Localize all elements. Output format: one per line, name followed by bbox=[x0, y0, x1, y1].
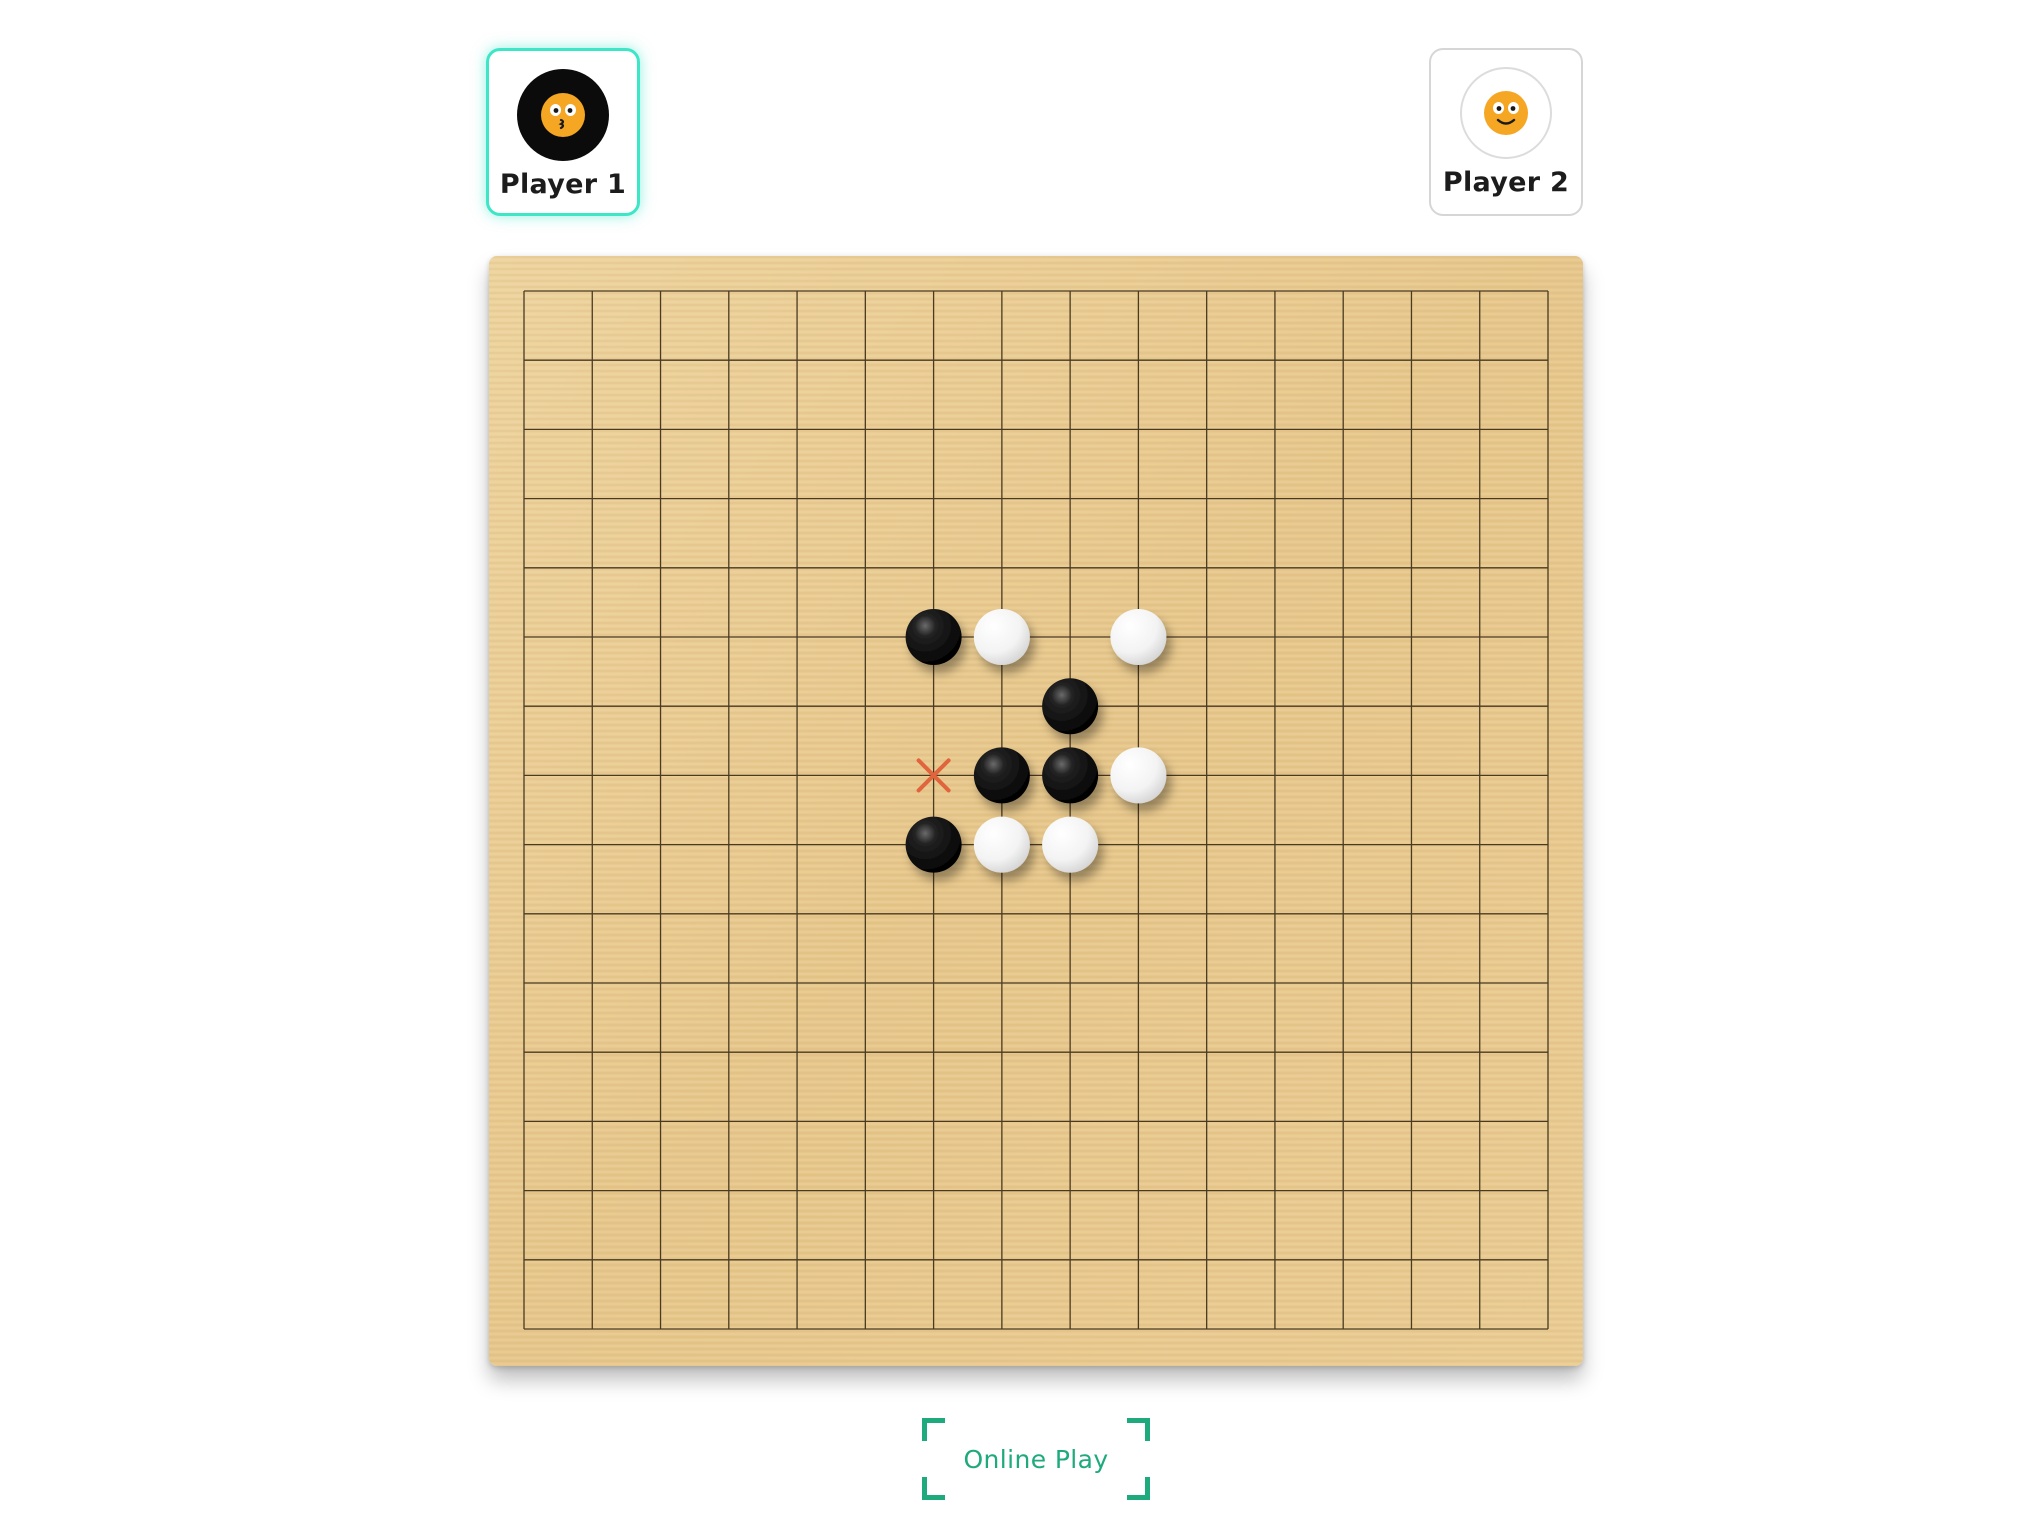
white-stone bbox=[973, 609, 1030, 665]
player-2-card: Player 2 bbox=[1429, 48, 1583, 216]
player-1-name: Player 1 bbox=[499, 169, 627, 200]
bracket-corner bbox=[1127, 1418, 1150, 1441]
online-play-label: Online Play bbox=[963, 1444, 1109, 1474]
white-stone bbox=[1110, 609, 1167, 665]
player-1-avatar bbox=[517, 69, 609, 161]
game-board[interactable] bbox=[489, 256, 1583, 1366]
board-canvas[interactable] bbox=[489, 256, 1583, 1366]
black-stone bbox=[1042, 678, 1099, 735]
black-stone bbox=[1042, 747, 1099, 804]
bracket-corner bbox=[1127, 1477, 1150, 1500]
black-stone bbox=[905, 609, 962, 665]
player-1-card: Player 1 bbox=[486, 48, 640, 216]
bracket-corner bbox=[922, 1477, 945, 1500]
smiling-face-icon bbox=[1484, 91, 1528, 135]
online-play-button[interactable]: Online Play bbox=[922, 1418, 1150, 1500]
white-stone bbox=[973, 816, 1030, 873]
white-stone bbox=[1110, 747, 1167, 804]
bracket-corner bbox=[922, 1418, 945, 1441]
game-screen: Player 1 Player 2 Online Play bbox=[0, 0, 2040, 1530]
kissing-face-icon bbox=[541, 93, 585, 137]
player-2-avatar bbox=[1460, 67, 1552, 159]
board-grain bbox=[489, 256, 1583, 1366]
black-stone bbox=[973, 747, 1030, 804]
player-2-name: Player 2 bbox=[1442, 167, 1570, 198]
black-stone bbox=[905, 816, 962, 873]
white-stone bbox=[1042, 816, 1099, 873]
